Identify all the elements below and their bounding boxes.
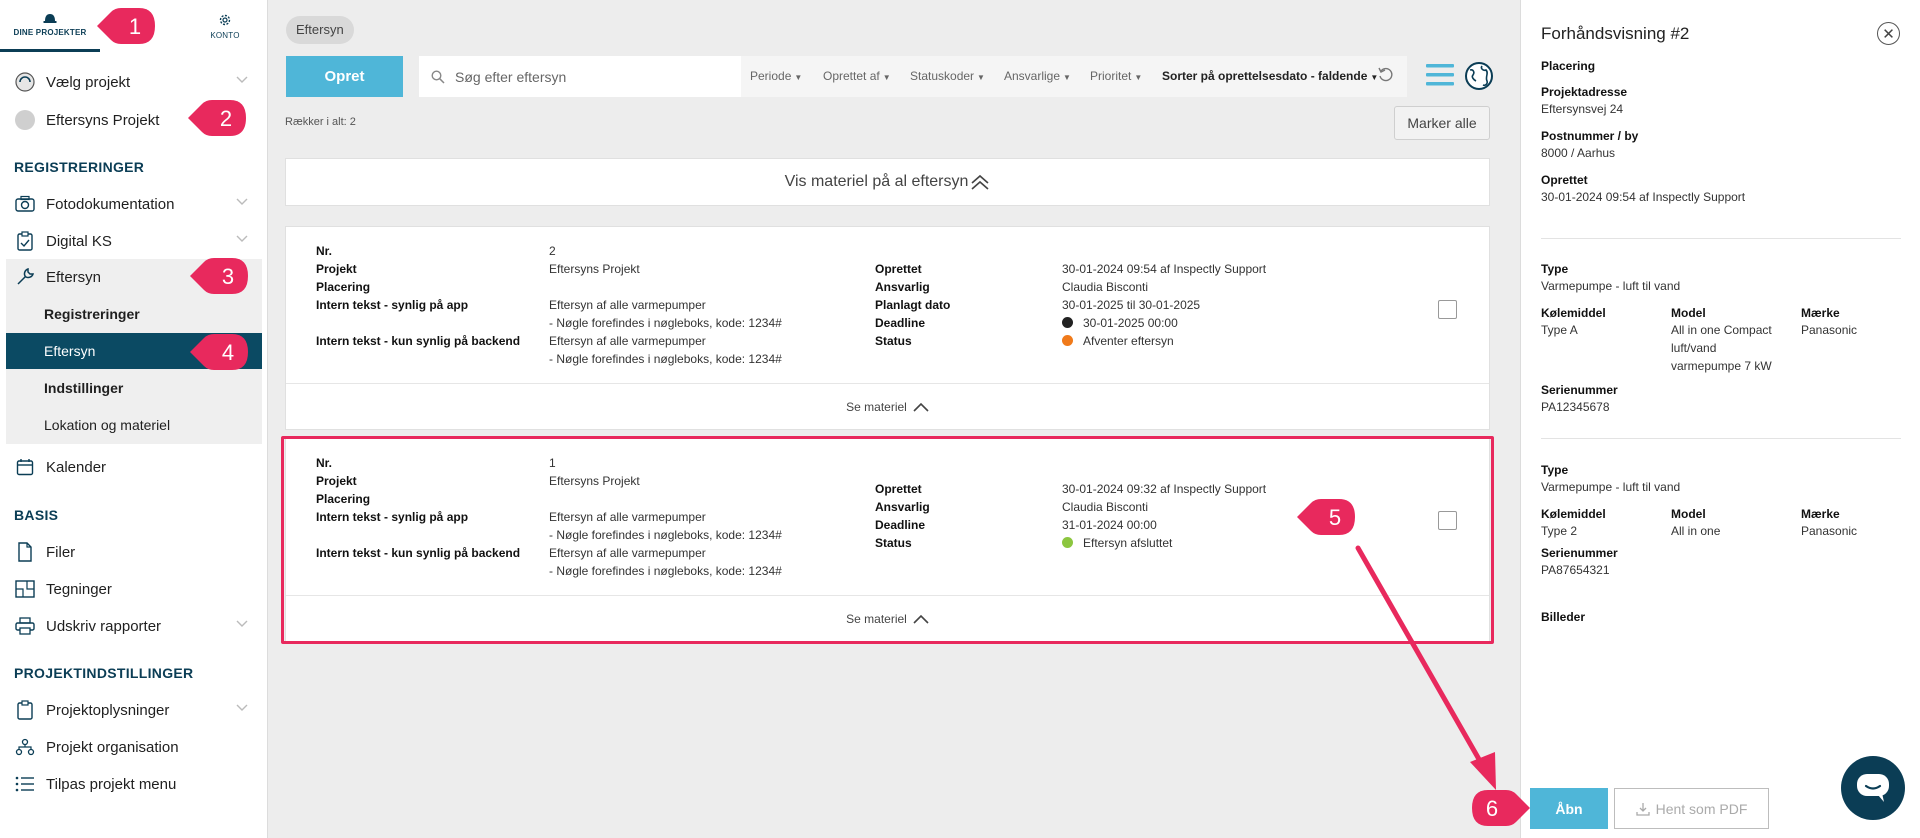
callout-3: 3: [190, 258, 248, 294]
annotation-arrow: [1355, 545, 1496, 790]
svg-text:5: 5: [1329, 505, 1341, 530]
svg-text:1: 1: [129, 14, 141, 39]
callout-1: 1: [97, 8, 155, 44]
callout-2: 2: [188, 100, 246, 136]
svg-text:3: 3: [222, 264, 234, 289]
callout-5: 5: [1297, 499, 1355, 535]
svg-text:2: 2: [220, 106, 232, 131]
callout-6: 6: [1472, 790, 1530, 826]
callout-4: 4: [190, 334, 248, 370]
svg-text:6: 6: [1486, 796, 1498, 821]
svg-text:4: 4: [222, 340, 234, 365]
